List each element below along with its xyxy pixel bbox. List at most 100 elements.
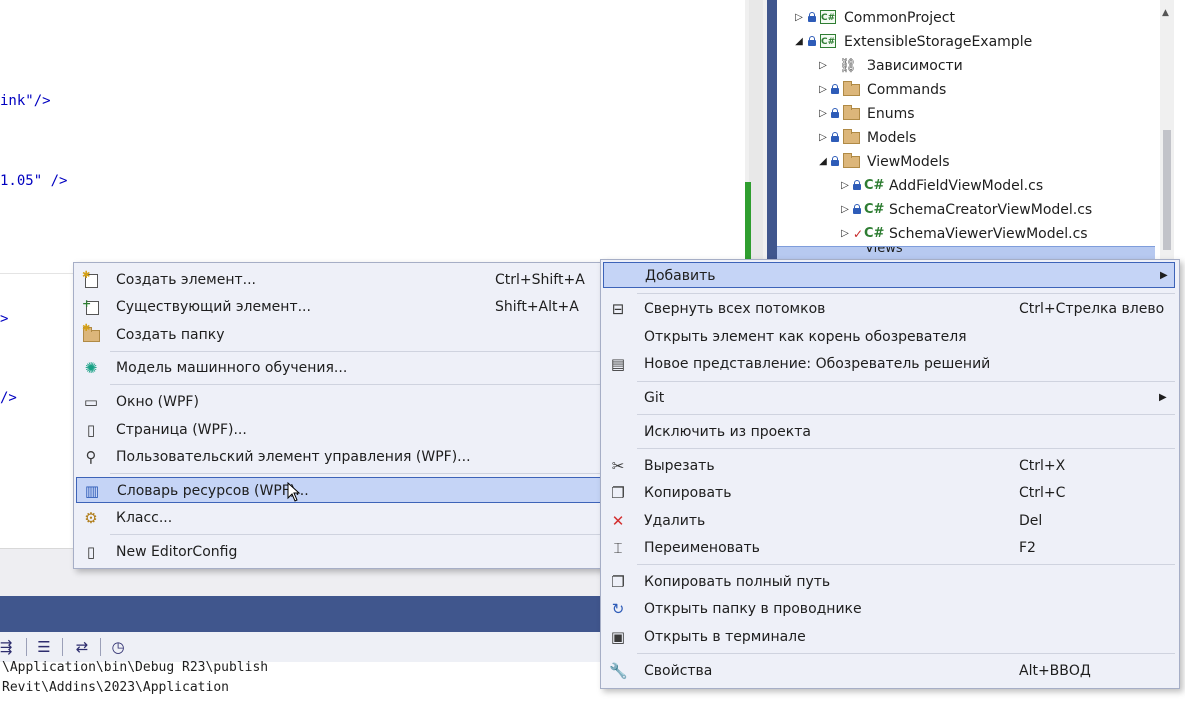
class-icon: ⚙: [84, 509, 98, 527]
menu-item-label: Словарь ресурсов (WPF)...: [117, 483, 309, 499]
menu-item-ml-model[interactable]: ✺ Модель машинного обучения...: [74, 355, 603, 381]
word-wrap-icon[interactable]: ⇶: [0, 637, 16, 657]
menu-item-rename[interactable]: ⌶ Переименовать F2: [601, 535, 1177, 561]
expand-arrow-icon[interactable]: ▷: [817, 126, 829, 150]
expand-arrow-icon[interactable]: ▷: [817, 102, 829, 126]
menu-item-open-in-terminal[interactable]: ▣ Открыть в терминале: [601, 624, 1177, 650]
expand-arrow-icon[interactable]: ▷: [793, 6, 805, 30]
menu-item-cut[interactable]: ✂ Вырезать Ctrl+X: [601, 453, 1177, 479]
menu-item-shortcut: Ctrl+Shift+A: [495, 272, 585, 288]
clock-icon[interactable]: ◷: [108, 637, 128, 657]
new-view-icon: ▤: [610, 355, 626, 373]
menu-item-properties[interactable]: 🔧 Свойства Alt+ВВОД: [601, 658, 1177, 684]
menu-separator: [110, 384, 600, 385]
code-line: />: [0, 390, 17, 406]
expand-arrow-icon[interactable]: ▷: [839, 198, 851, 222]
menu-item-new-item[interactable]: ✱ Создать элемент... Ctrl+Shift+A: [74, 267, 603, 293]
menu-item-copy[interactable]: ❐ Копировать Ctrl+C: [601, 480, 1177, 506]
menu-item-label: Создать папку: [116, 327, 225, 343]
menu-item-new-view[interactable]: ▤ Новое представление: Обозреватель реше…: [601, 351, 1177, 377]
menu-item-label: Модель машинного обучения...: [116, 360, 348, 376]
tree-item-label: ViewModels: [867, 154, 950, 170]
collapse-arrow-icon[interactable]: ◢: [793, 30, 805, 54]
window-icon: ▭: [83, 393, 99, 411]
menu-item-label: Создать элемент...: [116, 272, 256, 288]
tree-item-dependencies[interactable]: ▷ ⛓ Зависимости: [777, 54, 1157, 78]
tree-item-enums[interactable]: ▷ Enums: [777, 102, 1157, 126]
menu-item-label: Открыть элемент как корень обозревателя: [644, 329, 967, 345]
menu-item-wpf-window[interactable]: ▭ Окно (WPF): [74, 389, 603, 415]
add-submenu: ✱ Создать элемент... Ctrl+Shift+A + Суще…: [73, 262, 606, 569]
code-line: 1.05" />: [0, 173, 68, 189]
menu-item-add[interactable]: Добавить ▶: [603, 262, 1175, 288]
tree-item-schemaviewerviewmodel[interactable]: ▷ ✓ C# SchemaViewerViewModel.cs: [777, 222, 1157, 246]
tree-item-extensiblestorageexample[interactable]: ◢ C# ExtensibleStorageExample: [777, 30, 1157, 54]
menu-separator: [110, 351, 600, 352]
menu-item-wpf-page[interactable]: ▯ Страница (WPF)...: [74, 417, 603, 443]
menu-item-shortcut: Del: [1019, 513, 1043, 529]
menu-item-exclude-from-project[interactable]: Исключить из проекта: [601, 419, 1177, 445]
new-folder-icon: ✱: [82, 324, 100, 344]
menu-item-wpf-user-control[interactable]: ⚲ Пользовательский элемент управления (W…: [74, 444, 603, 470]
expand-arrow-icon[interactable]: ▷: [817, 78, 829, 102]
collapse-arrow-icon[interactable]: ◢: [817, 150, 829, 174]
expand-arrow-icon[interactable]: ▷: [817, 54, 829, 78]
lock-icon: [853, 204, 861, 214]
menu-item-class[interactable]: ⚙ Класс...: [74, 505, 603, 531]
menu-item-label: Вырезать: [644, 458, 715, 474]
change-marker: [745, 182, 751, 262]
menu-item-new-editorconfig[interactable]: ▯ New EditorConfig: [74, 539, 603, 565]
menu-item-collapse-all[interactable]: ⊟ Свернуть всех потомков Ctrl+Стрелка вл…: [601, 296, 1177, 322]
menu-item-label: Окно (WPF): [116, 394, 199, 410]
lock-icon: [853, 180, 861, 190]
code-line: >: [0, 311, 9, 327]
menu-item-new-folder[interactable]: ✱ Создать папку: [74, 322, 603, 348]
solution-explorer-scrollbar[interactable]: ▲: [1160, 0, 1174, 270]
tree-item-viewmodels[interactable]: ◢ ViewModels: [777, 150, 1157, 174]
menu-item-open-in-explorer[interactable]: ↻ Открыть папку в проводнике: [601, 596, 1177, 622]
tree-item-label: SchemaViewerViewModel.cs: [889, 226, 1088, 242]
expand-arrow-icon[interactable]: ▷: [839, 174, 851, 198]
menu-separator: [637, 448, 1175, 449]
menu-item-scope-to-this[interactable]: Открыть элемент как корень обозревателя: [601, 324, 1177, 350]
tree-item-commonproject[interactable]: ▷ C# CommonProject: [777, 6, 1157, 30]
csharp-project-icon: C#: [820, 10, 836, 24]
scrollbar-thumb[interactable]: [1163, 130, 1171, 250]
checked-in-icon: ✓: [853, 227, 864, 241]
expand-arrow-icon[interactable]: ▷: [839, 222, 851, 246]
menu-item-resource-dictionary[interactable]: ▥ Словарь ресурсов (WPF)...: [76, 477, 601, 503]
tree-item-label: AddFieldViewModel.cs: [889, 178, 1044, 194]
menu-item-delete[interactable]: ✕ Удалить Del: [601, 508, 1177, 534]
tree-item-addfieldviewmodel[interactable]: ▷ C# AddFieldViewModel.cs: [777, 174, 1157, 198]
menu-separator: [637, 564, 1175, 565]
menu-item-copy-full-path[interactable]: ❐ Копировать полный путь: [601, 569, 1177, 595]
toggle-wrap-icon[interactable]: ⇄: [72, 637, 92, 657]
menu-item-label: Копировать: [644, 485, 732, 501]
csharp-file-icon: C#: [864, 202, 885, 217]
tree-item-commands[interactable]: ▷ Commands: [777, 78, 1157, 102]
menu-item-shortcut: Shift+Alt+A: [495, 299, 579, 315]
menu-item-label: Существующий элемент...: [116, 299, 311, 315]
menu-item-label: Свойства: [644, 663, 713, 679]
terminal-icon: ▣: [610, 628, 626, 646]
clear-all-icon[interactable]: ☰: [34, 637, 54, 657]
output-text: \Application\bin\Debug R23\publish Revit…: [0, 660, 600, 702]
code-line: ink"/>: [0, 93, 51, 109]
menu-item-label: Удалить: [644, 513, 706, 529]
tree-item-label: Views: [865, 246, 903, 256]
tree-item-models[interactable]: ▷ Models: [777, 126, 1157, 150]
menu-item-existing-item[interactable]: + Существующий элемент... Shift+Alt+A: [74, 294, 603, 320]
folder-icon: [843, 105, 860, 120]
csharp-project-icon: C#: [820, 34, 836, 48]
menu-item-label: Копировать полный путь: [644, 574, 831, 590]
menu-item-label: Переименовать: [644, 540, 760, 556]
tree-item-label: Enums: [867, 106, 915, 122]
tree-item-label: Commands: [867, 82, 947, 98]
tree-item-schemacreatorviewmodel[interactable]: ▷ C# SchemaCreatorViewModel.cs: [777, 198, 1157, 222]
scroll-up-icon[interactable]: ▲: [1162, 8, 1169, 18]
tree-item-label: CommonProject: [844, 10, 955, 26]
rename-icon: ⌶: [613, 539, 623, 557]
csharp-file-icon: C#: [864, 178, 885, 193]
menu-separator: [637, 293, 1175, 294]
menu-item-git[interactable]: Git ▶: [601, 385, 1177, 411]
